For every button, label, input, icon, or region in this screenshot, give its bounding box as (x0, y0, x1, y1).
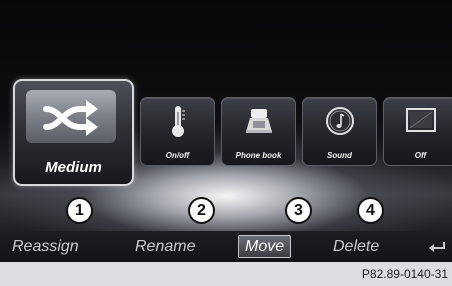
callout-1: 1 (66, 197, 93, 224)
figure-code: P82.89-0140-31 (361, 267, 448, 281)
display-off-icon (405, 108, 436, 132)
menu-reassign[interactable]: Reassign (12, 235, 79, 258)
tile-label-off: Off (414, 151, 427, 160)
thermometer-icon (171, 106, 185, 137)
shuffle-icon (43, 99, 98, 136)
menu-move[interactable]: Move (238, 235, 292, 258)
callout-3: 3 (285, 197, 312, 224)
back-icon (429, 242, 445, 252)
favorite-tile-medium[interactable]: Medium (13, 79, 134, 186)
tile-icon-frame (26, 90, 116, 143)
menu-rename[interactable]: Rename (135, 235, 195, 258)
tile-label-on-off: On/off (165, 151, 190, 160)
back-button[interactable] (428, 239, 446, 253)
tile-label-medium: Medium (45, 159, 102, 176)
favorite-tile-sound[interactable]: Sound (302, 97, 377, 166)
menu-delete[interactable]: Delete (333, 235, 379, 258)
callout-4: 4 (357, 197, 384, 224)
tile-label-phone-book: Phone book (235, 151, 282, 160)
callout-2: 2 (188, 197, 215, 224)
favorite-tile-phone-book[interactable]: Phone book (221, 97, 296, 166)
favorite-tile-off[interactable]: Off (383, 97, 452, 166)
sound-icon (325, 107, 354, 135)
bottom-menu-bar: Reassign Rename Move Delete (0, 231, 452, 262)
figure-footer: P82.89-0140-31 (0, 262, 452, 286)
phone-book-icon (245, 109, 272, 133)
favorites-screen: Medium On/off Phone book Sound Off 1 2 3… (0, 0, 452, 262)
favorite-tile-on-off[interactable]: On/off (140, 97, 215, 166)
tile-label-sound: Sound (327, 151, 352, 160)
